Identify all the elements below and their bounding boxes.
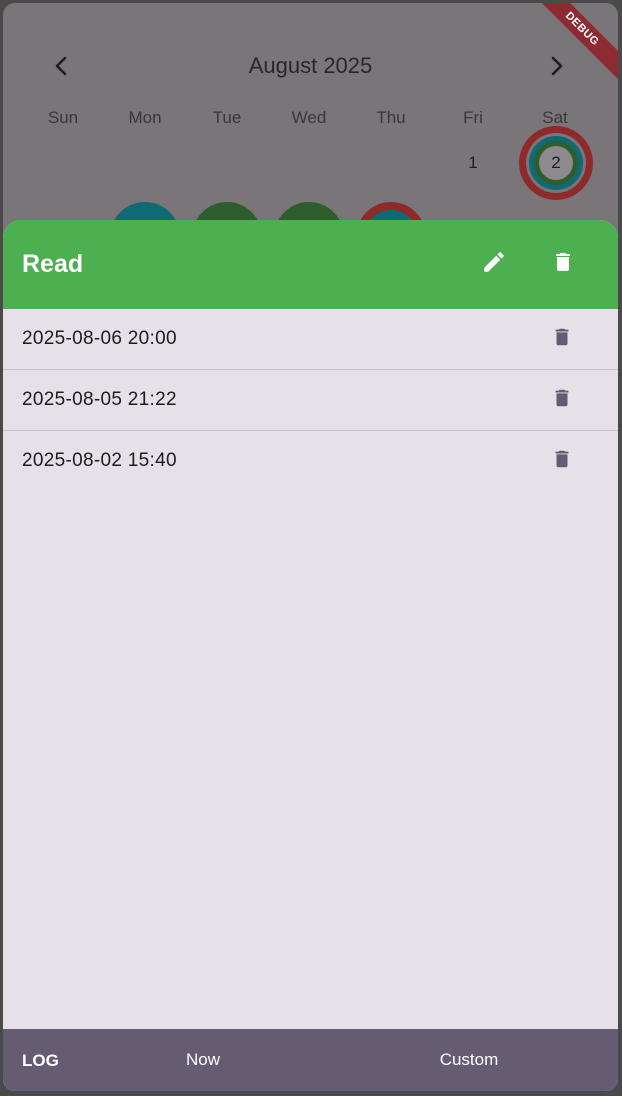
trash-icon	[551, 385, 573, 416]
app-window: August 2025 Sun Mon Tue Wed Thu Fri Sat …	[3, 3, 618, 1091]
weekday-label: Thu	[376, 108, 406, 127]
log-now-button[interactable]: Now	[163, 1045, 243, 1075]
weekday-label: Mon	[128, 108, 162, 127]
log-custom-button[interactable]: Custom	[423, 1045, 515, 1075]
delete-entry-button[interactable]	[542, 445, 582, 477]
bottom-action-bar: LOG Now Custom	[3, 1029, 618, 1091]
day-cell[interactable]: 1	[432, 132, 514, 194]
month-title: August 2025	[248, 53, 373, 78]
log-entry[interactable]: 2025-08-02 15:40	[3, 431, 618, 491]
day-number: 2	[551, 153, 561, 172]
log-entry-list: 2025-08-06 20:00 2025-08-05 21:22 2025-0…	[3, 309, 618, 491]
delete-activity-button[interactable]	[543, 244, 583, 284]
log-entry[interactable]: 2025-08-05 21:22	[3, 370, 618, 431]
weekday-label: Fri	[463, 108, 483, 127]
log-entry[interactable]: 2025-08-06 20:00	[3, 309, 618, 370]
weekday-row: Sun Mon Tue Wed Thu Fri Sat	[3, 108, 618, 132]
entry-timestamp: 2025-08-05 21:22	[22, 389, 177, 410]
sheet-header: Read	[3, 220, 618, 309]
weekday-label: Sun	[47, 108, 79, 127]
entry-timestamp: 2025-08-06 20:00	[22, 328, 177, 349]
chevron-right-icon	[550, 54, 564, 80]
entry-timestamp: 2025-08-02 15:40	[22, 450, 177, 471]
delete-entry-button[interactable]	[542, 384, 582, 416]
day-number: 1	[468, 153, 478, 172]
delete-entry-button[interactable]	[542, 323, 582, 355]
log-label: LOG	[22, 1051, 59, 1070]
pencil-icon	[481, 249, 507, 280]
weekday-label: Sat	[542, 108, 568, 127]
bottom-sheet: Read 2025-08-06 20:00 2025-08-05 21:22 2…	[3, 220, 618, 1091]
next-month-button[interactable]	[537, 47, 577, 87]
calendar-header: August 2025	[3, 47, 618, 87]
trash-icon	[551, 324, 573, 355]
calendar: August 2025 Sun Mon Tue Wed Thu Fri Sat …	[3, 3, 618, 272]
weekday-label: Tue	[212, 108, 242, 127]
trash-icon	[551, 446, 573, 477]
edit-button[interactable]	[474, 244, 514, 284]
weekday-label: Wed	[291, 108, 327, 127]
activity-title: Read	[22, 250, 84, 278]
day-cell-selected[interactable]: 2	[515, 132, 597, 194]
trash-icon	[551, 249, 575, 280]
